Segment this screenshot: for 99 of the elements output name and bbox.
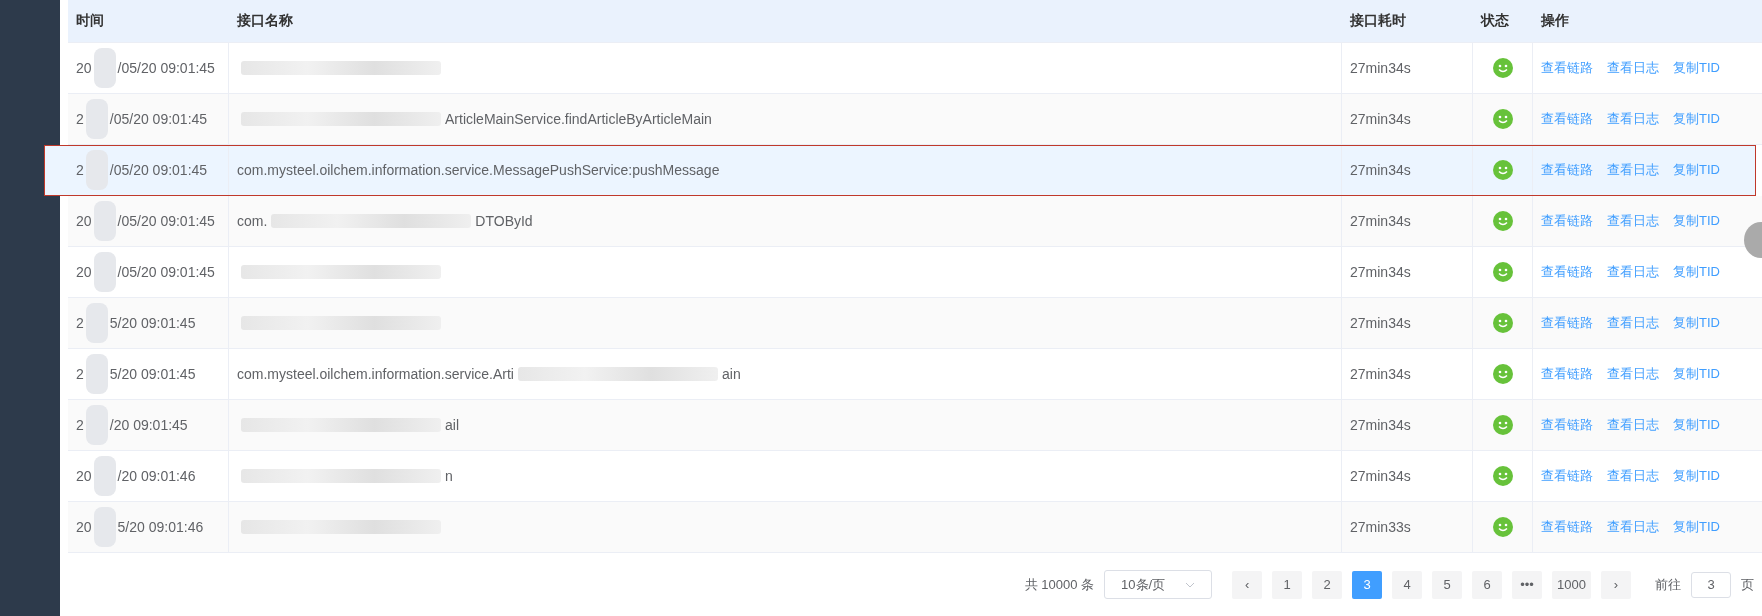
caret-icon	[1185, 581, 1196, 588]
action-link[interactable]: 查看日志	[1607, 212, 1659, 230]
goto-label: 前往	[1655, 575, 1681, 594]
table-row[interactable]: 20 5/20 09:01:46 27min33s 查看链路 查看日志 复制TID	[68, 502, 1762, 553]
action-link[interactable]: 查看链路	[1541, 467, 1593, 485]
action-link[interactable]: 查看日志	[1607, 518, 1659, 536]
interface-name: com.	[237, 213, 268, 229]
page-button[interactable]: 1	[1272, 570, 1303, 599]
total-count: 共 10000 条	[1024, 575, 1095, 594]
time-text: 2	[76, 315, 84, 331]
time-text: 20	[76, 519, 92, 535]
action-link[interactable]: 复制TID	[1673, 365, 1720, 383]
table-row[interactable]: 2 5/20 09:01:45 27min34s 查看链路 查看日志 复制TID	[68, 298, 1762, 349]
duration-text: 27min34s	[1350, 213, 1411, 229]
time-text: 20	[76, 468, 92, 484]
action-link[interactable]: 查看链路	[1541, 161, 1593, 179]
page-size-select[interactable]: 10条/页	[1104, 570, 1213, 599]
next-button[interactable]: ›	[1601, 570, 1631, 599]
time-text: /05/20 09:01:45	[117, 264, 215, 280]
page-button[interactable]: 4	[1392, 570, 1423, 599]
action-link[interactable]: 查看链路	[1541, 212, 1593, 230]
action-link[interactable]: 查看链路	[1541, 263, 1593, 281]
action-link[interactable]: 复制TID	[1673, 212, 1720, 230]
time-text: /20 09:01:46	[117, 468, 196, 484]
time-text: 5/20 09:01:46	[117, 519, 204, 535]
time-text: /05/20 09:01:45	[117, 60, 215, 76]
page-button[interactable]: 5	[1432, 570, 1463, 599]
time-text: 2	[76, 162, 84, 178]
column-header: 接口耗时	[1350, 12, 1406, 30]
interface-name: ain	[722, 366, 741, 382]
interface-name: com.mysteel.oilchem.information.service.Arti	[237, 366, 514, 382]
time-text: 2	[76, 366, 84, 382]
duration-text: 27min34s	[1350, 162, 1411, 178]
interface-name: ail	[445, 417, 459, 433]
time-text: /05/20 09:01:45	[109, 162, 208, 178]
interface-name: com.mysteel.oilchem.information.service.MessagePushService:pushMessage	[237, 162, 720, 178]
action-link[interactable]: 复制TID	[1673, 416, 1720, 434]
action-link[interactable]: 复制TID	[1673, 263, 1720, 281]
page-input[interactable]: 3	[1691, 571, 1731, 598]
table-row[interactable]: 20 /05/20 09:01:45 com. DTOById 27min34s 查看链路 查看日志 复制TID	[68, 196, 1762, 247]
blur-mask	[93, 252, 116, 292]
column-header: 状态	[1481, 12, 1509, 30]
action-link[interactable]: 查看链路	[1541, 59, 1593, 77]
time-text: /05/20 09:01:45	[109, 111, 208, 127]
duration-text: 27min34s	[1350, 366, 1411, 382]
time-text: 2	[76, 417, 84, 433]
column-header: 接口名称	[237, 12, 293, 30]
duration-text: 27min34s	[1350, 264, 1411, 280]
duration-text: 27min33s	[1350, 519, 1411, 535]
action-link[interactable]: 复制TID	[1673, 110, 1720, 128]
action-link[interactable]: 查看日志	[1607, 365, 1659, 383]
interface-name: n	[445, 468, 453, 484]
action-link[interactable]: 查看日志	[1607, 161, 1659, 179]
time-text: 5/20 09:01:45	[109, 366, 196, 382]
time-text: 5/20 09:01:45	[109, 315, 196, 331]
action-link[interactable]: 复制TID	[1673, 161, 1720, 179]
table-row[interactable]: 2 /05/20 09:01:45 com.mysteel.oilchem.information.service.MessagePushService:pushMessage 27min34s 查看链路 查看日志 复制TID	[44, 145, 1756, 196]
action-link[interactable]: 查看链路	[1541, 110, 1593, 128]
page-button[interactable]: 2	[1312, 570, 1343, 599]
action-link[interactable]: 查看日志	[1607, 263, 1659, 281]
column-header: 时间	[76, 12, 104, 30]
action-link[interactable]: 复制TID	[1673, 518, 1720, 536]
table-row[interactable]: 2 /20 09:01:45 ail 27min34s 查看链路 查看日志 复制TID	[68, 400, 1762, 451]
time-text: 20	[76, 264, 92, 280]
page-button[interactable]: 3	[1352, 570, 1383, 599]
action-link[interactable]: 查看链路	[1541, 518, 1593, 536]
duration-text: 27min34s	[1350, 315, 1411, 331]
duration-text: 27min34s	[1350, 417, 1411, 433]
action-link[interactable]: 查看日志	[1607, 314, 1659, 332]
time-text: /20 09:01:45	[109, 417, 188, 433]
interface-name: DTOById	[475, 213, 533, 229]
duration-text: 27min34s	[1350, 60, 1411, 76]
duration-text: 27min34s	[1350, 111, 1411, 127]
time-text: 2	[76, 111, 84, 127]
action-link[interactable]: 查看日志	[1607, 467, 1659, 485]
column-header: 操作	[1541, 12, 1569, 30]
blur-mask	[93, 48, 116, 88]
blur-mask	[85, 354, 108, 394]
action-link[interactable]: 查看日志	[1607, 110, 1659, 128]
interface-name: ArticleMainService.findArticleByArticleMain	[445, 111, 712, 127]
prev-button[interactable]: ‹	[1232, 570, 1263, 599]
blur-mask	[93, 456, 116, 496]
action-link[interactable]: 查看日志	[1607, 59, 1659, 77]
page-unit: 页	[1741, 575, 1754, 594]
duration-text: 27min34s	[1350, 468, 1411, 484]
table-row[interactable]: 2 /05/20 09:01:45 ArticleMainService.findArticleByArticleMain 27min34s 查看链路 查看日志 复制TID	[68, 94, 1762, 145]
action-link[interactable]: 复制TID	[1673, 314, 1720, 332]
page-button[interactable]: •••	[1512, 570, 1543, 599]
action-link[interactable]: 查看日志	[1607, 416, 1659, 434]
page-button[interactable]: 1000	[1552, 570, 1591, 599]
action-link[interactable]: 查看链路	[1541, 416, 1593, 434]
action-link[interactable]: 复制TID	[1673, 59, 1720, 77]
page-button[interactable]: 6	[1472, 570, 1503, 599]
action-link[interactable]: 查看链路	[1541, 365, 1593, 383]
time-text: /05/20 09:01:45	[117, 213, 215, 229]
action-link[interactable]: 查看链路	[1541, 314, 1593, 332]
action-link[interactable]: 复制TID	[1673, 467, 1720, 485]
time-text: 20	[76, 60, 92, 76]
time-text: 20	[76, 213, 92, 229]
